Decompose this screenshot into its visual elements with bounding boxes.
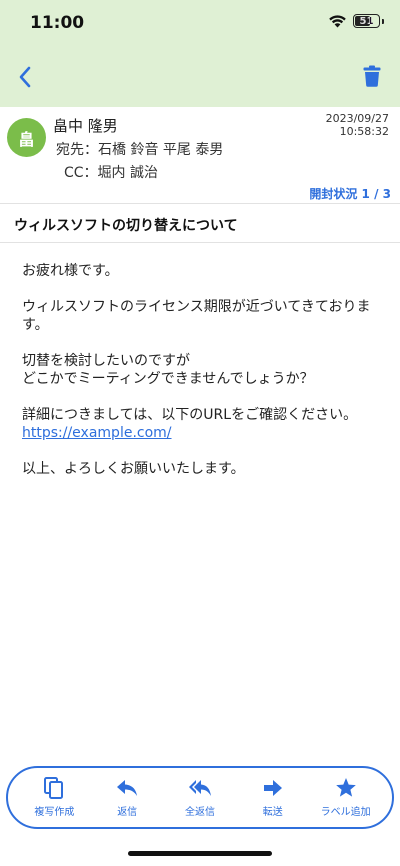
- message-body: お疲れ様です。 ウィルスソフトのライセンス期限が近づいてきております。 切替を検…: [22, 262, 390, 496]
- chevron-left-icon: [19, 66, 31, 88]
- trash-icon: [363, 65, 381, 87]
- home-indicator[interactable]: [128, 851, 272, 856]
- message-date: 2023/09/27: [325, 112, 389, 125]
- message-header: 畠 畠中 隆男 2023/09/27 10:58:32 宛先：石橋 鈴音 平尾 …: [0, 107, 400, 204]
- star-icon: [335, 778, 356, 797]
- reply-all-button[interactable]: 全返信: [172, 777, 228, 818]
- reply-all-label: 全返信: [184, 807, 215, 818]
- wifi-icon: [329, 15, 346, 28]
- body-paragraph: 詳細につきましては、以下のURLをご確認ください。 https://exampl…: [22, 406, 390, 442]
- recipients-to: 宛先：石橋 鈴音 平尾 泰男: [56, 142, 224, 158]
- subject-row: ウィルスソフトの切り替えについて: [0, 205, 400, 243]
- copy-create-button[interactable]: 複写作成: [26, 777, 82, 818]
- body-line: 切替を検討したいのですが: [22, 353, 190, 369]
- reply-all-icon: [188, 780, 211, 796]
- body-paragraph: ウィルスソフトのライセンス期限が近づいてきております。: [22, 299, 371, 333]
- message-timestamp: 2023/09/27 10:58:32: [326, 112, 389, 138]
- battery-level: 51: [359, 15, 374, 27]
- avatar: 畠: [7, 118, 46, 157]
- status-time: 11:00: [30, 13, 85, 33]
- reply-icon: [117, 780, 138, 796]
- body-link[interactable]: https://example.com/: [22, 425, 172, 441]
- forward-button[interactable]: 転送: [245, 777, 301, 818]
- status-icons: 51: [328, 14, 384, 28]
- copy-icon: [44, 777, 64, 799]
- add-label-button[interactable]: ラベル追加: [318, 777, 374, 818]
- open-status-link[interactable]: 開封状況 1 / 3: [309, 185, 391, 202]
- battery-icon: 51: [353, 14, 380, 28]
- forward-label: 転送: [262, 807, 283, 818]
- reply-label: 返信: [117, 807, 138, 818]
- forward-icon: [263, 780, 282, 796]
- reply-button[interactable]: 返信: [99, 777, 155, 818]
- message-time: 10:58:32: [339, 125, 389, 138]
- body-closing: 以上、よろしくお願いいたします。: [22, 461, 245, 477]
- action-toolbar: 複写作成 返信 全返信 転送 ラベル追加: [6, 766, 394, 829]
- message-subject: ウィルスソフトの切り替えについて: [14, 218, 238, 234]
- recipients-cc: CC：堀内 誠治: [64, 165, 159, 181]
- body-line: どこかでミーティングできませんでしょうか？: [22, 371, 314, 387]
- copy-create-label: 複写作成: [34, 807, 75, 818]
- back-button[interactable]: [12, 62, 38, 92]
- app-header: 11:00 51: [0, 0, 400, 107]
- body-greeting: お疲れ様です。: [22, 263, 119, 279]
- body-paragraph: 切替を検討したいのですが どこかでミーティングできませんでしょうか？: [22, 352, 390, 388]
- sender-name: 畠中 隆男: [53, 117, 118, 135]
- add-label-label: ラベル追加: [320, 807, 371, 818]
- delete-button[interactable]: [360, 62, 384, 90]
- body-line: 詳細につきましては、以下のURLをご確認ください。: [22, 407, 358, 423]
